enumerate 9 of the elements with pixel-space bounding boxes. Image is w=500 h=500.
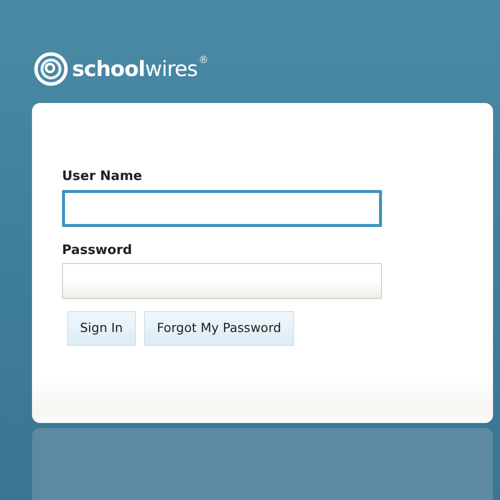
field-label: User Name: [62, 168, 144, 186]
forgot-password-button[interactable]: Forgot My Password: [144, 311, 294, 346]
sign-in-button[interactable]: Sign In: [67, 311, 136, 346]
password-field[interactable]: [62, 263, 382, 299]
username-field[interactable]: [62, 190, 382, 226]
spiral-logo-icon: [34, 52, 68, 86]
trademark-symbol: ®: [198, 54, 208, 68]
logo-wordmark: schoolwires: [72, 59, 198, 80]
field-label: Password: [62, 242, 134, 260]
